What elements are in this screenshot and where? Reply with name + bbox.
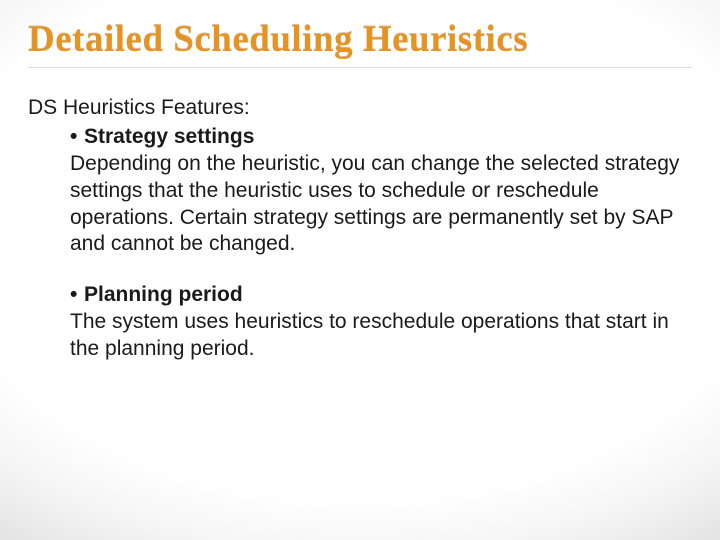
body-strategy-settings: Depending on the heuristic, you can chan…: [70, 151, 692, 259]
bullet-icon: •: [70, 282, 84, 309]
bullet-strategy-settings: •Strategy settings: [70, 124, 692, 151]
body-planning-period: The system uses heuristics to reschedule…: [70, 309, 692, 363]
slide: Detailed Scheduling Heuristics DS Heuris…: [0, 0, 720, 540]
slide-title: Detailed Scheduling Heuristics: [28, 18, 692, 61]
section-strategy-settings: •Strategy settings Depending on the heur…: [70, 124, 692, 258]
bullet-planning-period: •Planning period: [70, 282, 692, 309]
features-subhead: DS Heuristics Features:: [28, 95, 692, 122]
slide-content: DS Heuristics Features: •Strategy settin…: [28, 95, 692, 363]
title-divider: [28, 67, 692, 69]
section-planning-period: •Planning period The system uses heurist…: [70, 282, 692, 363]
section-gap: [28, 258, 692, 282]
heading-strategy-settings: Strategy settings: [84, 125, 254, 148]
heading-planning-period: Planning period: [84, 283, 243, 306]
bullet-icon: •: [70, 124, 84, 151]
